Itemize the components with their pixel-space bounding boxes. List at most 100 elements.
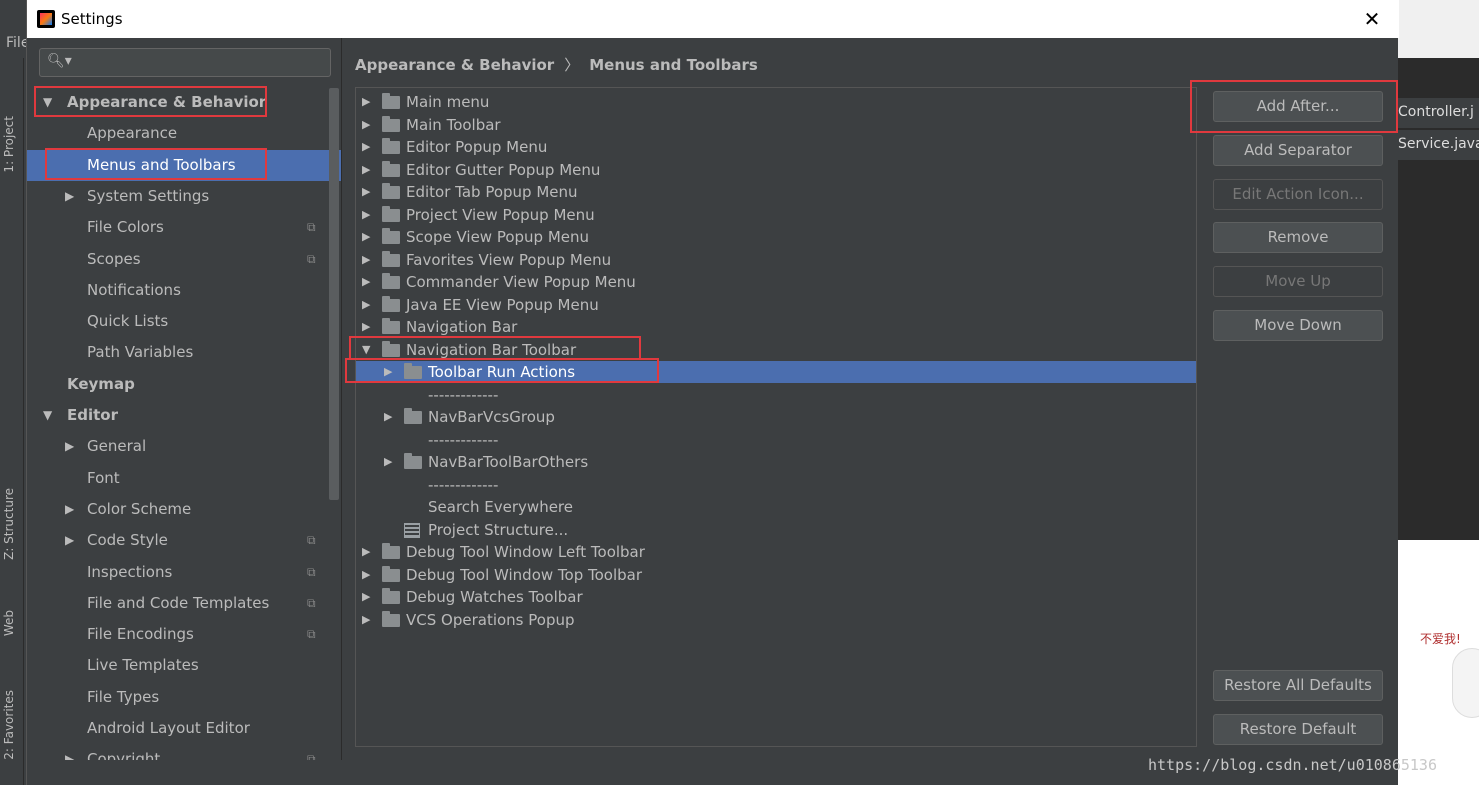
collapse-arrow-icon[interactable]: ▶ — [65, 525, 74, 556]
sidebar-item[interactable]: Keymap — [27, 369, 341, 400]
tree-row[interactable]: ▶ Debug Tool Window Top Toolbar — [356, 564, 1196, 586]
collapse-arrow-icon[interactable]: ▶ — [362, 226, 370, 248]
collapse-arrow-icon[interactable]: ▶ — [362, 91, 370, 113]
tree-row[interactable]: ▶ Debug Tool Window Left Toolbar — [356, 541, 1196, 563]
tree-row[interactable]: ------------- — [356, 429, 1196, 451]
tree-row[interactable]: ▶ NavBarVcsGroup — [356, 406, 1196, 428]
collapse-arrow-icon[interactable]: ▶ — [362, 249, 370, 271]
sidebar-item[interactable]: File and Code Templates ⧉ — [27, 588, 341, 619]
collapse-arrow-icon[interactable]: ▶ — [384, 451, 392, 473]
sidebar-item-label: Font — [87, 469, 120, 487]
tree-row-label: Main Toolbar — [406, 116, 501, 134]
sidebar-item[interactable]: File Colors ⧉ — [27, 212, 341, 243]
sidebar-item[interactable]: Inspections ⧉ — [27, 557, 341, 588]
tree-row-label: Main menu — [406, 93, 490, 111]
sidebar-item-label: Notifications — [87, 281, 181, 299]
tree-row[interactable]: ▶ NavBarToolBarOthers — [356, 451, 1196, 473]
sidebar-item-label: Color Scheme — [87, 500, 192, 518]
collapse-arrow-icon[interactable]: ▶ — [362, 181, 370, 203]
sidebar-item[interactable]: Appearance — [27, 118, 341, 149]
tree-row-label: Project View Popup Menu — [406, 206, 595, 224]
collapse-arrow-icon[interactable]: ▶ — [362, 541, 370, 563]
tree-row[interactable]: ▶ Editor Gutter Popup Menu — [356, 159, 1196, 181]
tree-row[interactable]: Project Structure... — [356, 519, 1196, 541]
tree-row[interactable]: ▶ Project View Popup Menu — [356, 204, 1196, 226]
tree-row[interactable]: ▶ Commander View Popup Menu — [356, 271, 1196, 293]
add-separator-button[interactable]: Add Separator — [1213, 135, 1383, 166]
sidebar-item[interactable]: ▼ Editor — [27, 400, 341, 431]
collapse-arrow-icon[interactable]: ▶ — [65, 181, 74, 212]
tool-tab-web[interactable]: Web — [2, 610, 22, 636]
folder-icon — [382, 273, 400, 289]
restore-all-defaults-button[interactable]: Restore All Defaults — [1213, 670, 1383, 701]
sidebar-item[interactable]: ▶ Copyright ⧉ — [27, 744, 341, 760]
collapse-arrow-icon[interactable]: ▶ — [362, 316, 370, 338]
tool-tab-favorites[interactable]: 2: Favorites — [2, 690, 22, 760]
restore-default-button[interactable]: Restore Default — [1213, 714, 1383, 745]
tree-row[interactable]: ▶ Main Toolbar — [356, 114, 1196, 136]
editor-tab-service[interactable]: Service.java — [1398, 130, 1479, 160]
sidebar-item[interactable]: File Encodings ⧉ — [27, 619, 341, 650]
sidebar-item[interactable]: ▶ Color Scheme — [27, 494, 341, 525]
breadcrumb-parent[interactable]: Appearance & Behavior — [355, 56, 554, 74]
tree-row[interactable]: ▶ Debug Watches Toolbar — [356, 586, 1196, 608]
tree-row[interactable]: ▶ Main menu — [356, 91, 1196, 113]
collapse-arrow-icon[interactable]: ▶ — [362, 271, 370, 293]
collapse-arrow-icon[interactable]: ▶ — [384, 406, 392, 428]
tool-tab-structure[interactable]: Z: Structure — [2, 488, 22, 560]
collapse-arrow-icon[interactable]: ▶ — [362, 294, 370, 316]
folder-icon — [382, 116, 400, 132]
sidebar-item[interactable]: File Types — [27, 682, 341, 713]
tree-row[interactable]: Search Everywhere — [356, 496, 1196, 518]
watermark: https://blog.csdn.net/u010865136 — [1148, 756, 1437, 774]
sidebar-item[interactable]: Quick Lists — [27, 306, 341, 337]
collapse-arrow-icon[interactable]: ▶ — [362, 564, 370, 586]
folder-icon — [382, 296, 400, 312]
collapse-arrow-icon[interactable]: ▶ — [362, 609, 370, 631]
collapse-arrow-icon[interactable]: ▶ — [65, 431, 74, 462]
tree-row[interactable]: ▶ Editor Tab Popup Menu — [356, 181, 1196, 203]
actions-tree: ▶ Main menu ▶ Main Toolbar ▶ Editor Popup Men… — [355, 87, 1197, 747]
sidebar-item[interactable]: Notifications — [27, 275, 341, 306]
collapse-arrow-icon[interactable]: ▶ — [362, 204, 370, 226]
edit-action-icon-button[interactable]: Edit Action Icon... — [1213, 179, 1383, 210]
remove-button[interactable]: Remove — [1213, 222, 1383, 253]
collapse-arrow-icon[interactable]: ▶ — [65, 744, 74, 760]
sidebar-item[interactable]: Android Layout Editor — [27, 713, 341, 744]
tree-row-label: Editor Tab Popup Menu — [406, 183, 578, 201]
collapse-arrow-icon[interactable]: ▶ — [362, 114, 370, 136]
collapse-arrow-icon[interactable]: ▶ — [362, 586, 370, 608]
tree-row[interactable]: ▶ Java EE View Popup Menu — [356, 294, 1196, 316]
editor-tab-controller[interactable]: Controller.j — [1398, 98, 1479, 128]
sidebar-item[interactable]: ▶ General — [27, 431, 341, 462]
settings-sidebar: 🔍︎▾ ▼ Appearance & Behavior Appearance Menu… — [27, 38, 341, 760]
folder-icon — [382, 183, 400, 199]
sidebar-item[interactable]: ▶ System Settings — [27, 181, 341, 212]
tree-row[interactable]: ▶ Editor Popup Menu — [356, 136, 1196, 158]
collapse-arrow-icon[interactable]: ▶ — [362, 136, 370, 158]
tree-row[interactable]: ▶ VCS Operations Popup — [356, 609, 1196, 631]
collapse-arrow-icon[interactable]: ▶ — [65, 494, 74, 525]
tree-row-label: NavBarVcsGroup — [428, 408, 555, 426]
tree-row[interactable]: ▶ Navigation Bar — [356, 316, 1196, 338]
sidebar-item-label: File Colors — [87, 218, 164, 236]
move-down-button[interactable]: Move Down — [1213, 310, 1383, 341]
tree-row[interactable]: ------------- — [356, 384, 1196, 406]
tree-row-label: ------------- — [428, 431, 499, 449]
sidebar-item[interactable]: ▶ Code Style ⧉ — [27, 525, 341, 556]
sidebar-item[interactable]: Path Variables — [27, 337, 341, 368]
tree-row[interactable]: ------------- — [356, 474, 1196, 496]
tree-row[interactable]: ▶ Scope View Popup Menu — [356, 226, 1196, 248]
collapse-arrow-icon[interactable]: ▶ — [362, 159, 370, 181]
close-button[interactable]: ✕ — [1357, 6, 1387, 32]
sidebar-item[interactable]: Scopes ⧉ — [27, 244, 341, 275]
tree-row[interactable]: ▶ Favorites View Popup Menu — [356, 249, 1196, 271]
search-input[interactable]: 🔍︎▾ — [39, 48, 331, 77]
move-up-button[interactable]: Move Up — [1213, 266, 1383, 297]
sidebar-item[interactable]: Live Templates — [27, 650, 341, 681]
sidebar-item[interactable]: Font — [27, 463, 341, 494]
expand-arrow-icon[interactable]: ▼ — [43, 400, 52, 431]
tool-tab-project[interactable]: 1: Project — [2, 116, 22, 173]
sidebar-scrollbar[interactable] — [329, 88, 339, 500]
highlight-box-add-after — [1190, 80, 1398, 133]
